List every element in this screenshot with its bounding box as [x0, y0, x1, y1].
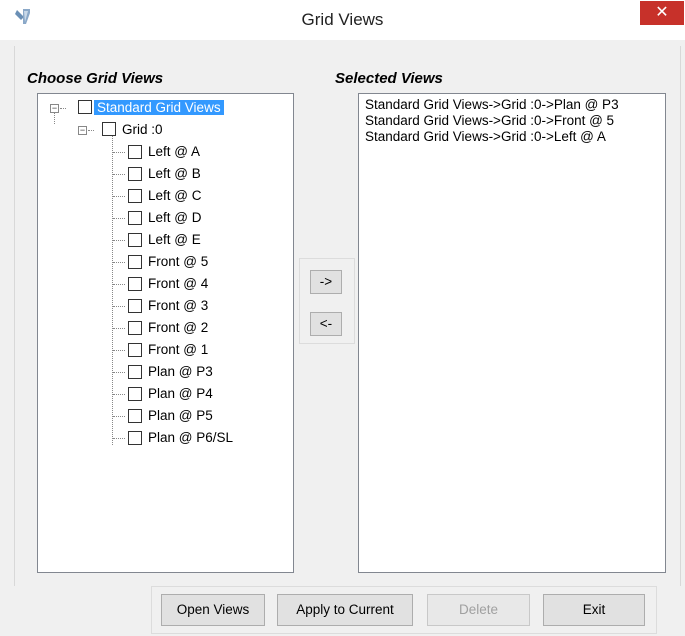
- tree-item-checkbox[interactable]: [128, 145, 142, 159]
- tree-item-checkbox[interactable]: [128, 409, 142, 423]
- tree-connector: [113, 262, 125, 263]
- grid-checkbox[interactable]: [102, 122, 116, 136]
- apply-to-current-button[interactable]: Apply to Current: [277, 594, 413, 626]
- tree-item[interactable]: Left @ A: [148, 142, 200, 162]
- tree-item-checkbox[interactable]: [128, 431, 142, 445]
- tree-item-checkbox[interactable]: [128, 387, 142, 401]
- tree-item[interactable]: Front @ 3: [148, 296, 208, 316]
- list-item[interactable]: Standard Grid Views->Grid :0->Front @ 5: [365, 113, 614, 129]
- open-views-button[interactable]: Open Views: [161, 594, 265, 626]
- choose-grid-views-label: Choose Grid Views: [27, 70, 164, 87]
- tree-item-checkbox[interactable]: [128, 189, 142, 203]
- selected-views-label: Selected Views: [335, 70, 443, 87]
- tree-item-checkbox[interactable]: [128, 299, 142, 313]
- collapse-icon[interactable]: −: [50, 104, 59, 113]
- tree-connector: [113, 218, 125, 219]
- tree-item[interactable]: Front @ 5: [148, 252, 208, 272]
- tree-item[interactable]: Left @ C: [148, 186, 201, 206]
- tree-connector: [113, 306, 125, 307]
- tree-item-label: Left @ C: [148, 188, 202, 203]
- tree-connector: [112, 132, 113, 445]
- tree-connector: [113, 152, 125, 153]
- tree-connector: [113, 394, 125, 395]
- tree-item-checkbox[interactable]: [128, 255, 142, 269]
- tree-item[interactable]: Plan @ P3: [148, 362, 213, 382]
- tree-item-label: Plan @ P3: [148, 364, 213, 379]
- tree-connector: [113, 240, 125, 241]
- tree-item-checkbox[interactable]: [128, 343, 142, 357]
- tree-item-label: Left @ E: [148, 232, 201, 247]
- tree-root-node[interactable]: Standard Grid Views: [94, 98, 224, 118]
- tree-item[interactable]: Left @ B: [148, 164, 201, 184]
- tree-item-label: Plan @ P5: [148, 408, 213, 423]
- tree-item[interactable]: Front @ 1: [148, 340, 208, 360]
- tree-root-label: Standard Grid Views: [94, 100, 224, 115]
- tree-item-label: Left @ D: [148, 210, 202, 225]
- collapse-icon[interactable]: −: [78, 126, 87, 135]
- tree-item[interactable]: Left @ E: [148, 230, 201, 250]
- tree-item-label: Front @ 2: [148, 320, 209, 335]
- tree-item[interactable]: Front @ 4: [148, 274, 208, 294]
- tree-connector: [113, 438, 125, 439]
- tree-item-checkbox[interactable]: [128, 211, 142, 225]
- tree-connector: [88, 130, 94, 131]
- tree-grid-node[interactable]: Grid :0: [122, 120, 163, 140]
- divider: [680, 46, 681, 586]
- tree-item-checkbox[interactable]: [128, 321, 142, 335]
- list-item[interactable]: Standard Grid Views->Grid :0->Left @ A: [365, 129, 606, 145]
- tree-item-label: Front @ 4: [148, 276, 209, 291]
- tree-item-checkbox[interactable]: [128, 277, 142, 291]
- tree-connector: [113, 284, 125, 285]
- tree-item-label: Left @ A: [148, 144, 200, 159]
- tree-item-checkbox[interactable]: [128, 233, 142, 247]
- tree-item-label: Front @ 3: [148, 298, 209, 313]
- tree-item[interactable]: Plan @ P5: [148, 406, 213, 426]
- tree-item-checkbox[interactable]: [128, 167, 142, 181]
- tree-connector: [113, 328, 125, 329]
- tree-item-checkbox[interactable]: [128, 365, 142, 379]
- tree-item-label: Front @ 5: [148, 254, 209, 269]
- root-checkbox[interactable]: [78, 100, 92, 114]
- list-item[interactable]: Standard Grid Views->Grid :0->Plan @ P3: [365, 97, 619, 113]
- tree-item-label: Plan @ P4: [148, 386, 213, 401]
- grid-views-tree[interactable]: − Standard Grid Views − Grid :0 Left @ A…: [37, 93, 294, 573]
- tree-connector: [113, 174, 125, 175]
- tree-connector: [113, 350, 125, 351]
- tree-connector: [113, 416, 125, 417]
- tree-item[interactable]: Plan @ P4: [148, 384, 213, 404]
- close-button[interactable]: ✕: [640, 1, 684, 25]
- tree-item[interactable]: Left @ D: [148, 208, 201, 228]
- tree-item[interactable]: Front @ 2: [148, 318, 208, 338]
- add-selected-button[interactable]: ->: [310, 270, 342, 294]
- divider: [14, 46, 15, 586]
- tree-item-label: Front @ 1: [148, 342, 209, 357]
- tree-connector: [113, 196, 125, 197]
- tree-connector: [60, 108, 66, 109]
- tree-item-label: Plan @ P6/SL: [148, 430, 234, 445]
- title-bar: Grid Views ✕: [0, 0, 685, 40]
- tree-item[interactable]: Plan @ P6/SL: [148, 428, 233, 448]
- tree-grid-label: Grid :0: [122, 122, 163, 137]
- tree-item-label: Left @ B: [148, 166, 201, 181]
- window-title: Grid Views: [301, 10, 384, 29]
- tree-connector: [113, 372, 125, 373]
- exit-button[interactable]: Exit: [543, 594, 645, 626]
- remove-selected-button[interactable]: <-: [310, 312, 342, 336]
- selected-views-list[interactable]: Standard Grid Views->Grid :0->Plan @ P3 …: [358, 93, 666, 573]
- delete-button[interactable]: Delete: [427, 594, 530, 626]
